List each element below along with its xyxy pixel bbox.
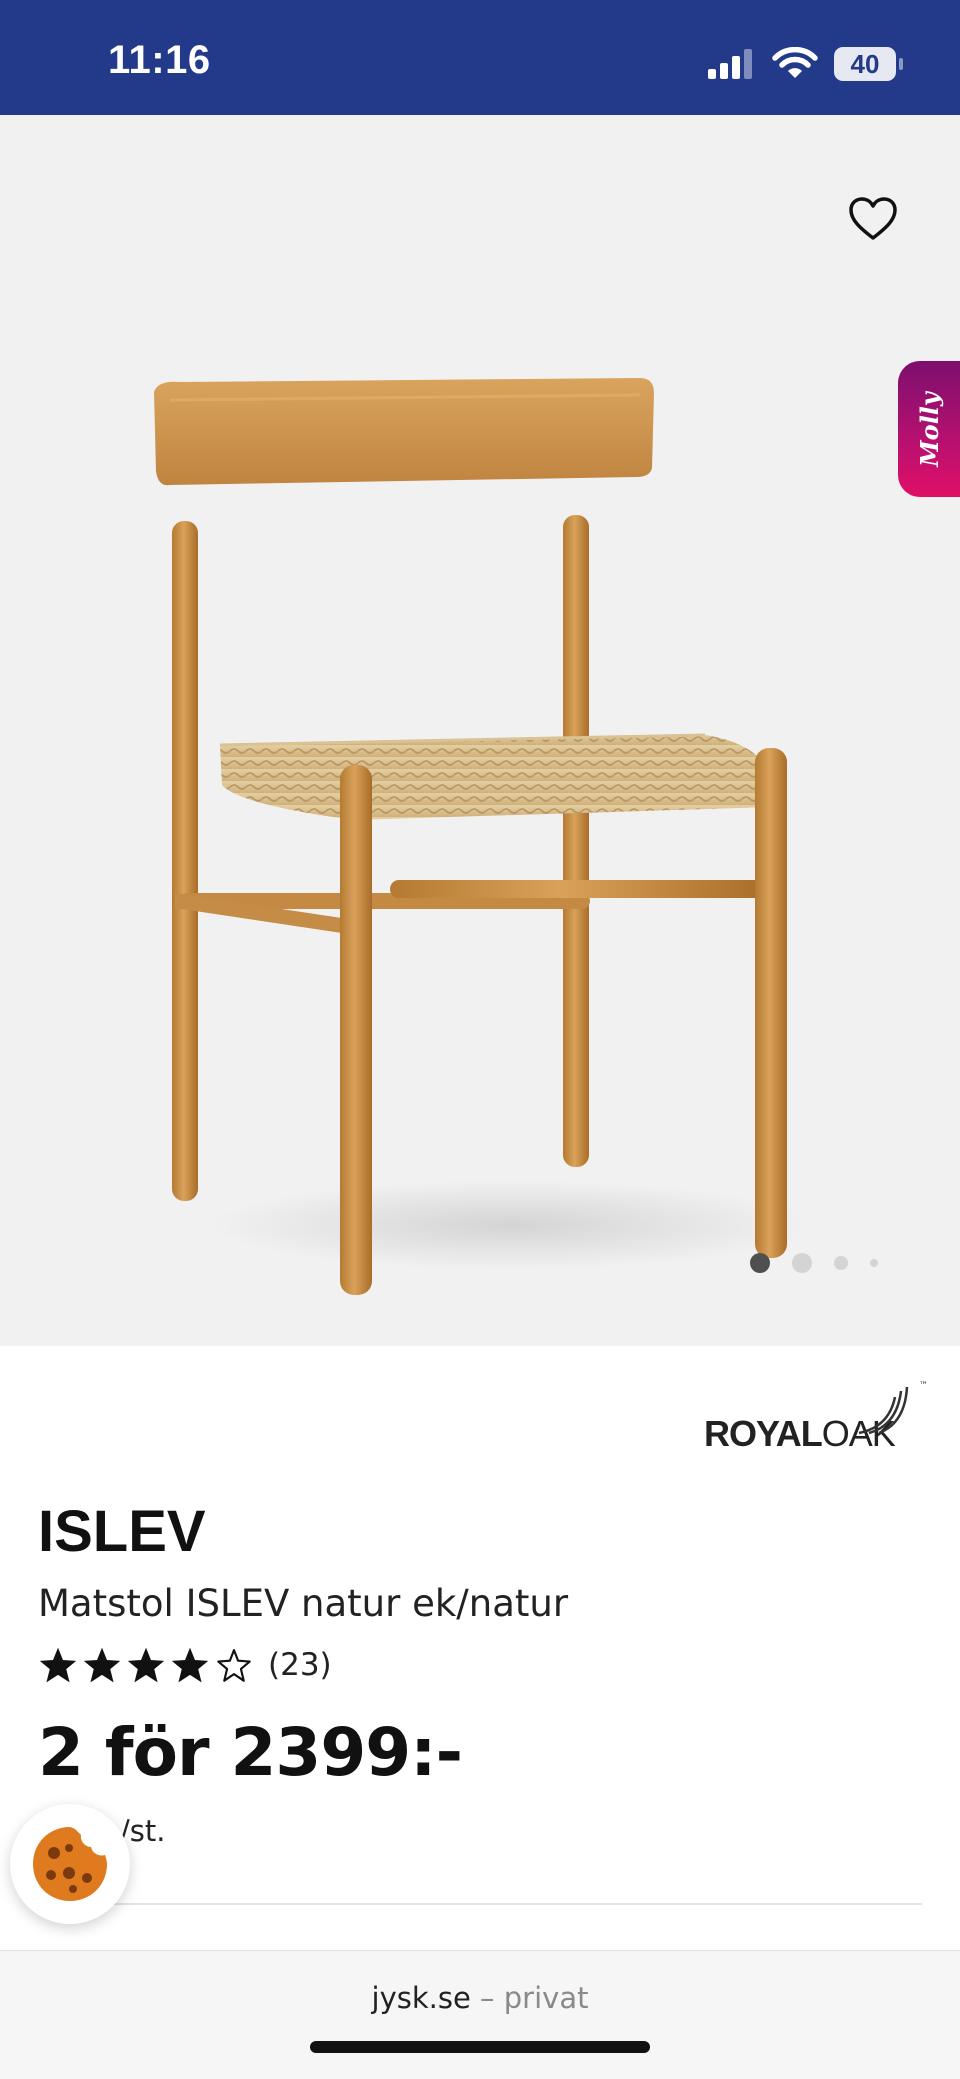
- gallery-dot-3[interactable]: [834, 1256, 848, 1270]
- rating-count: (23): [268, 1647, 332, 1683]
- gallery-pagination-dots[interactable]: [750, 1253, 878, 1273]
- wifi-icon: [772, 47, 818, 78]
- battery-level: 40: [850, 48, 880, 79]
- site-domain: jysk.se: [371, 1981, 471, 2015]
- rating-stars: [38, 1646, 254, 1684]
- brand-arcs-icon: [858, 1386, 909, 1435]
- cellular-signal-icon: [708, 49, 752, 79]
- status-icons: 40: [706, 44, 903, 84]
- molly-chat-tab[interactable]: Molly: [898, 361, 960, 497]
- product-rating[interactable]: (23): [38, 1646, 332, 1684]
- star-filled-icon: [83, 1647, 121, 1683]
- product-image-chair: [154, 378, 810, 1295]
- home-indicator[interactable]: [310, 2041, 650, 2053]
- gallery-dot-1[interactable]: [750, 1253, 770, 1273]
- product-image-gallery[interactable]: Molly: [0, 115, 960, 1346]
- status-time: 11:16: [108, 38, 211, 82]
- brand-name-part1: ROYAL: [704, 1413, 823, 1454]
- star-filled-icon: [127, 1647, 165, 1683]
- section-divider: [38, 1903, 922, 1905]
- star-filled-icon: [171, 1647, 209, 1683]
- browser-address-bar[interactable]: jysk.se – privat: [0, 1950, 960, 2079]
- battery-indicator: 40: [834, 47, 903, 81]
- cookie-icon: [33, 1827, 107, 1901]
- product-price: 2 för 2399:-: [38, 1714, 463, 1791]
- brand-trademark: ™: [919, 1381, 928, 1391]
- browsing-mode: – privat: [470, 1981, 589, 2015]
- star-filled-icon: [39, 1647, 77, 1683]
- star-empty-icon: [217, 1649, 251, 1682]
- status-bar: 11:16 40: [0, 0, 960, 115]
- cookie-settings-button[interactable]: [10, 1804, 130, 1924]
- unit-price-suffix: /st.: [120, 1814, 166, 1848]
- favorite-heart-icon[interactable]: [848, 195, 898, 245]
- gallery-dot-4[interactable]: [870, 1259, 878, 1267]
- molly-label: Molly: [914, 391, 944, 467]
- address-text: jysk.se – privat: [0, 1981, 960, 2015]
- product-title: ISLEV: [38, 1499, 206, 1564]
- brand-logo-royal-oak[interactable]: ROYAL OAK ™: [704, 1381, 928, 1455]
- product-subtitle: Matstol ISLEV natur ek/natur: [38, 1582, 569, 1625]
- gallery-dot-2[interactable]: [792, 1253, 812, 1273]
